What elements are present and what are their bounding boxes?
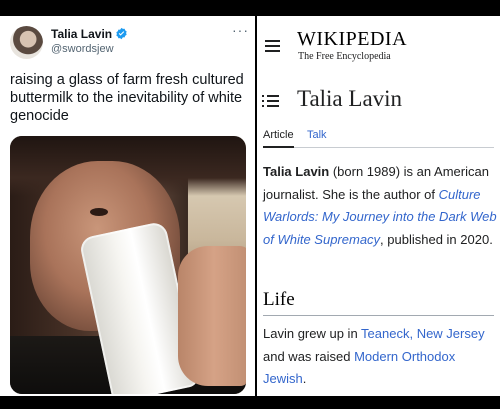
- page-tabs: Article Talk: [263, 128, 494, 148]
- top-frame: [0, 0, 500, 16]
- photo-hand: [178, 246, 246, 386]
- life-text: Lavin grew up in: [263, 326, 362, 341]
- lead-paragraph: Talia Lavin (born 1989) is an American j…: [263, 161, 497, 251]
- more-options-icon[interactable]: ···: [232, 22, 249, 38]
- author-name-row[interactable]: Talia Lavin: [51, 27, 128, 41]
- tweet-card: Talia Lavin @swordsjew ··· raising a gla…: [0, 16, 255, 396]
- wikipedia-page: WIKIPEDIA The Free Encyclopedia Talia La…: [257, 16, 500, 396]
- avatar[interactable]: [10, 26, 43, 59]
- tab-talk[interactable]: Talk: [307, 129, 327, 141]
- table-of-contents-icon[interactable]: [262, 94, 280, 108]
- page-title: Talia Lavin: [297, 86, 403, 111]
- tweet-text: raising a glass of farm fresh cultured b…: [10, 72, 244, 124]
- life-paragraph: Lavin grew up in Teaneck, New Jersey and…: [263, 323, 497, 391]
- teaneck-link[interactable]: Teaneck, New Jersey: [361, 326, 485, 341]
- hamburger-menu-icon[interactable]: [265, 40, 280, 52]
- wikipedia-wordmark[interactable]: WIKIPEDIA: [297, 28, 407, 51]
- wikipedia-tagline: The Free Encyclopedia: [298, 51, 391, 62]
- section-heading-life: Life: [263, 289, 295, 310]
- author-name[interactable]: Talia Lavin: [51, 27, 112, 41]
- tweet-photo[interactable]: [10, 136, 246, 394]
- bottom-frame: [0, 396, 500, 409]
- author-handle[interactable]: @swordsjew: [51, 43, 114, 55]
- life-text-mid: and was raised: [263, 348, 355, 364]
- life-text-end: .: [302, 371, 307, 386]
- lead-text-end: , published in 2020.: [380, 231, 493, 247]
- verified-badge-icon: [116, 27, 127, 40]
- tab-article[interactable]: Article: [263, 129, 294, 148]
- lead-subject: Talia Lavin: [263, 164, 330, 179]
- photo-eye: [90, 208, 108, 216]
- section-divider: [263, 315, 494, 316]
